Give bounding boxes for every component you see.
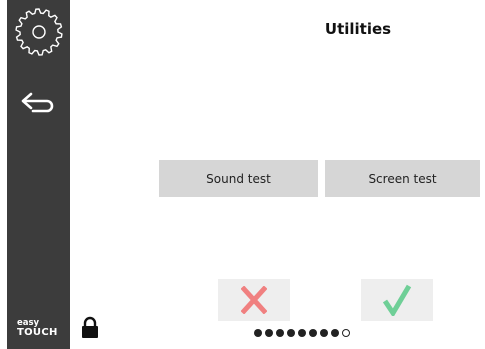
page-dot-current[interactable] [342,329,350,337]
check-icon [382,284,412,316]
x-icon [241,286,267,314]
page-dot[interactable] [309,329,317,337]
screen-test-button[interactable]: Screen test [325,160,480,197]
brand-line2: TOUCH [17,327,58,338]
sidebar: easy TOUCH [7,0,70,349]
page-dot[interactable] [331,329,339,337]
page-dot[interactable] [298,329,306,337]
gear-icon[interactable] [13,6,65,58]
page-dot[interactable] [287,329,295,337]
page-dot[interactable] [254,329,262,337]
page-dot[interactable] [320,329,328,337]
pagination-dots [254,327,350,339]
page-dot[interactable] [265,329,273,337]
back-arrow-icon[interactable] [17,88,61,116]
confirm-button[interactable] [361,279,433,321]
page-title: Utilities [324,20,392,38]
sound-test-button[interactable]: Sound test [159,160,318,197]
page-dot[interactable] [276,329,284,337]
brand-logo: easy TOUCH [13,318,65,338]
cancel-button[interactable] [218,279,290,321]
lock-icon[interactable] [80,316,100,340]
